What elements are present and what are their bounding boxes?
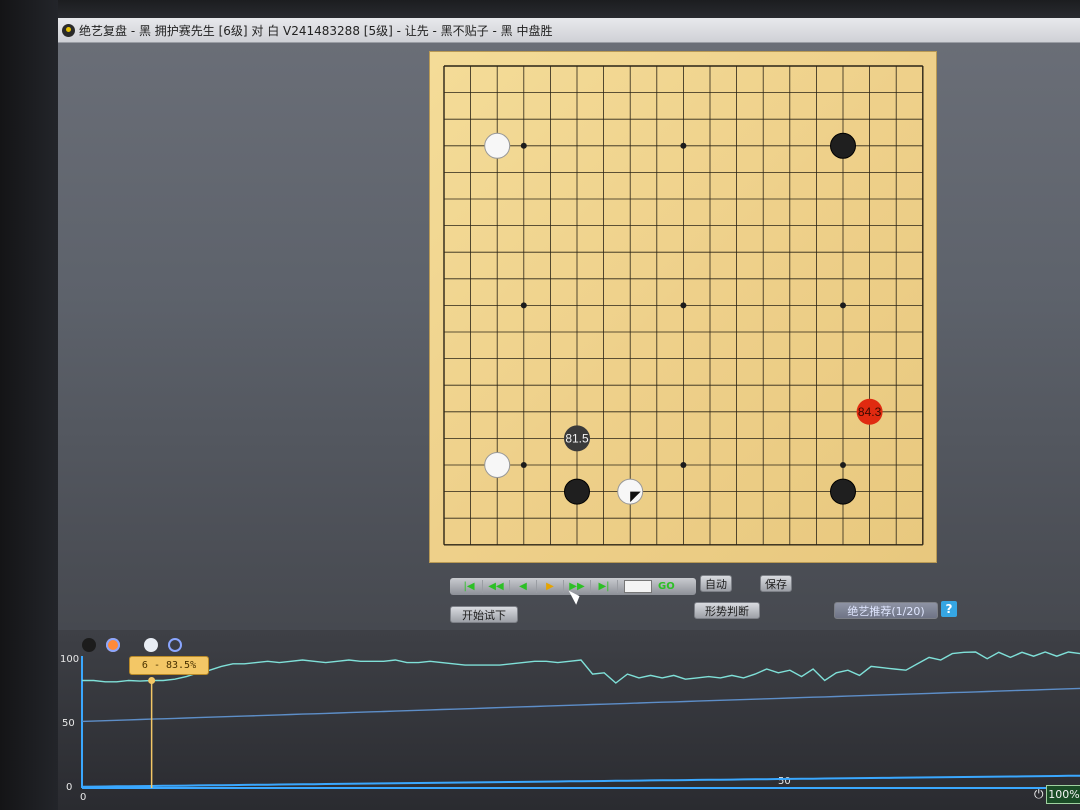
first-icon[interactable]: |◀	[456, 580, 483, 593]
window-title: 绝艺复盘 - 黑 拥护赛先生 [6级] 对 白 V241483288 [5级] …	[79, 23, 553, 38]
screen-top-bezel	[0, 0, 1080, 20]
screen-left-bezel	[0, 0, 58, 810]
star-point	[520, 302, 527, 309]
go-button[interactable]: GO	[658, 581, 675, 592]
move-number-input[interactable]	[624, 580, 652, 593]
battery-status: 100%	[1046, 785, 1080, 804]
move-marker-point[interactable]	[148, 676, 156, 684]
situation-judge-button[interactable]: 形势判断	[694, 602, 760, 619]
win-rate-tooltip: 6 - 83.5%	[129, 656, 209, 675]
chart-plot[interactable]	[58, 630, 1080, 810]
ai-recommend-button[interactable]: 绝艺推荐(1/20)	[834, 602, 938, 619]
prev-icon[interactable]: ◀	[510, 580, 537, 593]
help-icon[interactable]: ?	[941, 601, 957, 617]
star-point	[680, 462, 687, 468]
series-line-1	[81, 687, 1080, 723]
white-stone[interactable]	[484, 132, 511, 159]
star-point	[680, 142, 687, 149]
rewind-icon[interactable]: ◀◀	[483, 580, 510, 593]
play-icon[interactable]: ▶	[537, 580, 564, 593]
black-stone[interactable]	[564, 478, 590, 505]
last-icon[interactable]: ▶|	[591, 580, 618, 593]
star-point	[520, 462, 527, 468]
black-stone[interactable]	[830, 132, 856, 159]
try-move-button[interactable]: 开始试下	[450, 606, 518, 623]
save-button[interactable]: 保存	[760, 575, 792, 592]
win-rate-chart[interactable]: 100 50 0 0 50 6 - 83.5%	[58, 630, 1080, 810]
app-icon	[62, 23, 75, 37]
series-line-0	[82, 651, 1080, 684]
board-grid[interactable]: 81.5 84.3	[430, 52, 936, 562]
go-board[interactable]: 81.5 84.3	[430, 52, 936, 562]
auto-button[interactable]: 自动	[700, 575, 732, 592]
white-stone[interactable]	[484, 452, 511, 478]
star-point	[680, 302, 687, 309]
title-bar: 绝艺复盘 - 黑 拥护赛先生 [6级] 对 白 V241483288 [5级] …	[58, 18, 1080, 43]
star-point	[520, 142, 527, 149]
ai-hint-label: 81.5	[565, 431, 589, 445]
series-line-2	[81, 774, 1080, 788]
black-stone[interactable]	[830, 478, 856, 505]
star-point	[840, 302, 846, 309]
ai-hint-label: 84.3	[858, 405, 882, 419]
power-plug-icon: ⏻	[1034, 787, 1044, 801]
star-point	[840, 462, 846, 468]
